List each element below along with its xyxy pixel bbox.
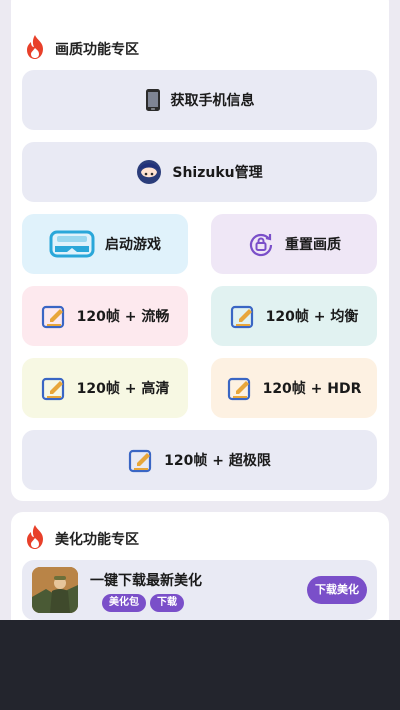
- edit-icon: [230, 303, 256, 329]
- section-title: 画质功能专区: [55, 42, 139, 58]
- vr-headset-icon: [49, 228, 95, 260]
- fps-ultra-label: 120帧 + 超极限: [164, 453, 271, 469]
- fps-smooth-label: 120帧 + 流畅: [76, 309, 170, 325]
- launch-game-button[interactable]: 启动游戏: [22, 214, 188, 274]
- fps-hdr-label: 120帧 + HDR: [262, 381, 362, 397]
- shizuku-manage-button[interactable]: Shizuku管理: [22, 142, 377, 202]
- fps-hd-label: 120帧 + 高清: [76, 381, 170, 397]
- quality-section-header: 画质功能专区: [23, 34, 139, 64]
- get-phone-info-button[interactable]: 获取手机信息: [22, 70, 377, 130]
- beauty-list-item[interactable]: 一键下载最新美化 美化包 下载 下载美化: [22, 560, 377, 620]
- section-title: 美化功能专区: [55, 532, 139, 548]
- fps-balanced-label: 120帧 + 均衡: [265, 309, 359, 325]
- launch-game-label: 启动游戏: [105, 237, 161, 253]
- fps-balanced-button[interactable]: 120帧 + 均衡: [211, 286, 377, 346]
- tag-badge: 美化包: [102, 594, 146, 612]
- fps-hdr-button[interactable]: 120帧 + HDR: [211, 358, 377, 418]
- tag-badge: 下载: [150, 594, 184, 612]
- reset-lock-icon: [247, 230, 275, 258]
- flame-icon: [23, 524, 47, 554]
- edit-icon: [41, 303, 67, 329]
- edit-icon: [128, 447, 154, 473]
- phone-icon: [145, 88, 161, 112]
- bottom-bar: [0, 620, 400, 710]
- edit-icon: [227, 375, 253, 401]
- game-thumbnail: [32, 567, 78, 613]
- fps-smooth-button[interactable]: 120帧 + 流畅: [22, 286, 188, 346]
- edit-icon: [41, 375, 67, 401]
- fps-hd-button[interactable]: 120帧 + 高清: [22, 358, 188, 418]
- shizuku-avatar-icon: [136, 159, 162, 185]
- get-phone-info-label: 获取手机信息: [170, 93, 255, 109]
- fps-ultra-button[interactable]: 120帧 + 超极限: [22, 430, 377, 490]
- flame-icon: [23, 34, 47, 64]
- reset-quality-button[interactable]: 重置画质: [211, 214, 377, 274]
- reset-quality-label: 重置画质: [285, 237, 341, 253]
- quality-section-card: 画质功能专区 获取手机信息 Shizuku管理 启动游戏 重置画质 120帧 +…: [11, 0, 389, 501]
- beauty-item-title: 一键下载最新美化: [90, 573, 202, 589]
- download-beauty-button[interactable]: 下载美化: [307, 576, 367, 604]
- beauty-section-header: 美化功能专区: [23, 524, 139, 554]
- shizuku-manage-label: Shizuku管理: [172, 165, 263, 181]
